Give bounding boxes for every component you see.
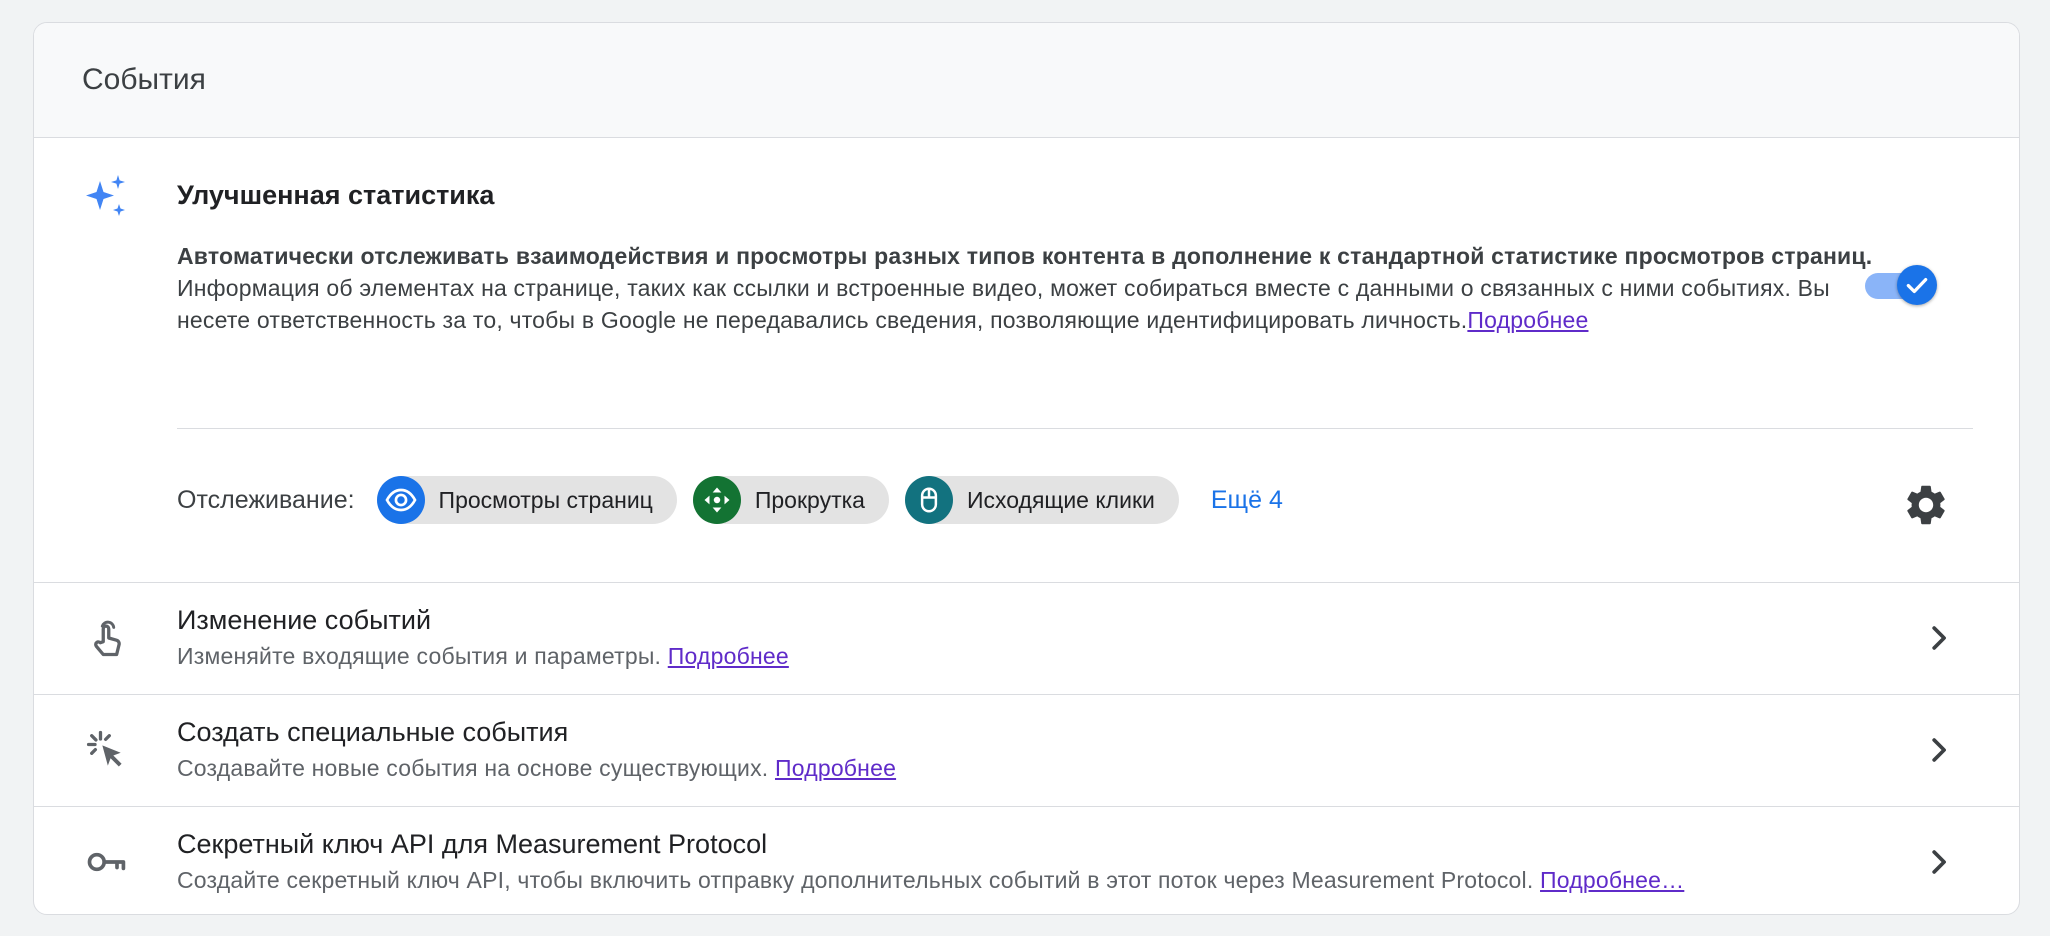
row-modify-events[interactable]: Изменение событий Изменяйте входящие соб… [34, 583, 2019, 695]
description-bold: Автоматически отслеживать взаимодействия… [177, 243, 1873, 269]
chevron-right-icon [1932, 738, 1946, 762]
toggle-thumb [1897, 265, 1937, 305]
row-subtitle: Создайте секретный ключ API, чтобы включ… [177, 867, 1684, 894]
enhanced-measurement-toggle[interactable] [1863, 265, 1941, 307]
page-title: События [82, 63, 206, 96]
mouse-icon [904, 476, 953, 524]
chip-label: Исходящие клики [966, 486, 1155, 513]
learn-more-link[interactable]: Подробнее… [1540, 867, 1684, 893]
chevron-right-icon [1932, 850, 1946, 874]
divider [177, 428, 1973, 429]
learn-more-link[interactable]: Подробнее [668, 643, 789, 669]
row-create-custom-events[interactable]: Создать специальные события Создавайте н… [34, 695, 2019, 807]
chip-label: Просмотры страниц [438, 486, 653, 513]
chip-page-views[interactable]: Просмотры страниц [376, 476, 677, 524]
row-subtitle-text: Изменяйте входящие события и параметры. [177, 643, 662, 669]
row-subtitle-text: Создайте секретный ключ API, чтобы включ… [177, 867, 1534, 893]
row-subtitle-text: Создавайте новые события на основе сущес… [177, 755, 769, 781]
learn-more-link[interactable]: Подробнее [775, 755, 896, 781]
chevron-right-icon [1932, 626, 1946, 650]
row-title: Секретный ключ API для Measurement Proto… [177, 829, 768, 859]
row-subtitle: Изменяйте входящие события и параметры. … [177, 643, 789, 670]
key-icon [87, 852, 126, 872]
row-title: Изменение событий [177, 605, 432, 635]
chip-outbound-clicks[interactable]: Исходящие клики [904, 476, 1179, 524]
more-events-link[interactable]: Ещё 4 [1211, 486, 1283, 515]
touch-hand-icon [94, 620, 121, 657]
eye-icon [376, 476, 425, 524]
card-header: События [34, 23, 2019, 138]
enhanced-measurement-section: Улучшенная статистика Автоматически отсл… [34, 138, 2019, 583]
chip-label: Прокрутка [754, 486, 865, 513]
enhanced-measurement-description: Автоматически отслеживать взаимодействия… [177, 240, 1877, 336]
enhanced-measurement-title: Улучшенная статистика [177, 180, 495, 210]
row-measurement-protocol-secret[interactable]: Секретный ключ API для Measurement Proto… [34, 807, 2019, 914]
scroll-arrows-icon [692, 476, 741, 524]
tracking-row: Отслеживание: Просмотры страниц Прокрутк… [177, 474, 1283, 526]
sparkle-icon [86, 175, 125, 216]
row-subtitle: Создавайте новые события на основе сущес… [177, 755, 896, 782]
click-cursor-icon [86, 730, 122, 767]
chip-scroll[interactable]: Прокрутка [692, 476, 889, 524]
gear-icon[interactable] [1902, 481, 1950, 529]
row-title: Создать специальные события [177, 717, 569, 747]
tracking-label: Отслеживание: [177, 485, 355, 514]
learn-more-link[interactable]: Подробнее [1467, 307, 1588, 333]
check-icon [1906, 277, 1928, 294]
events-card: События Улучшенная статистика Автоматиче… [33, 22, 2020, 915]
